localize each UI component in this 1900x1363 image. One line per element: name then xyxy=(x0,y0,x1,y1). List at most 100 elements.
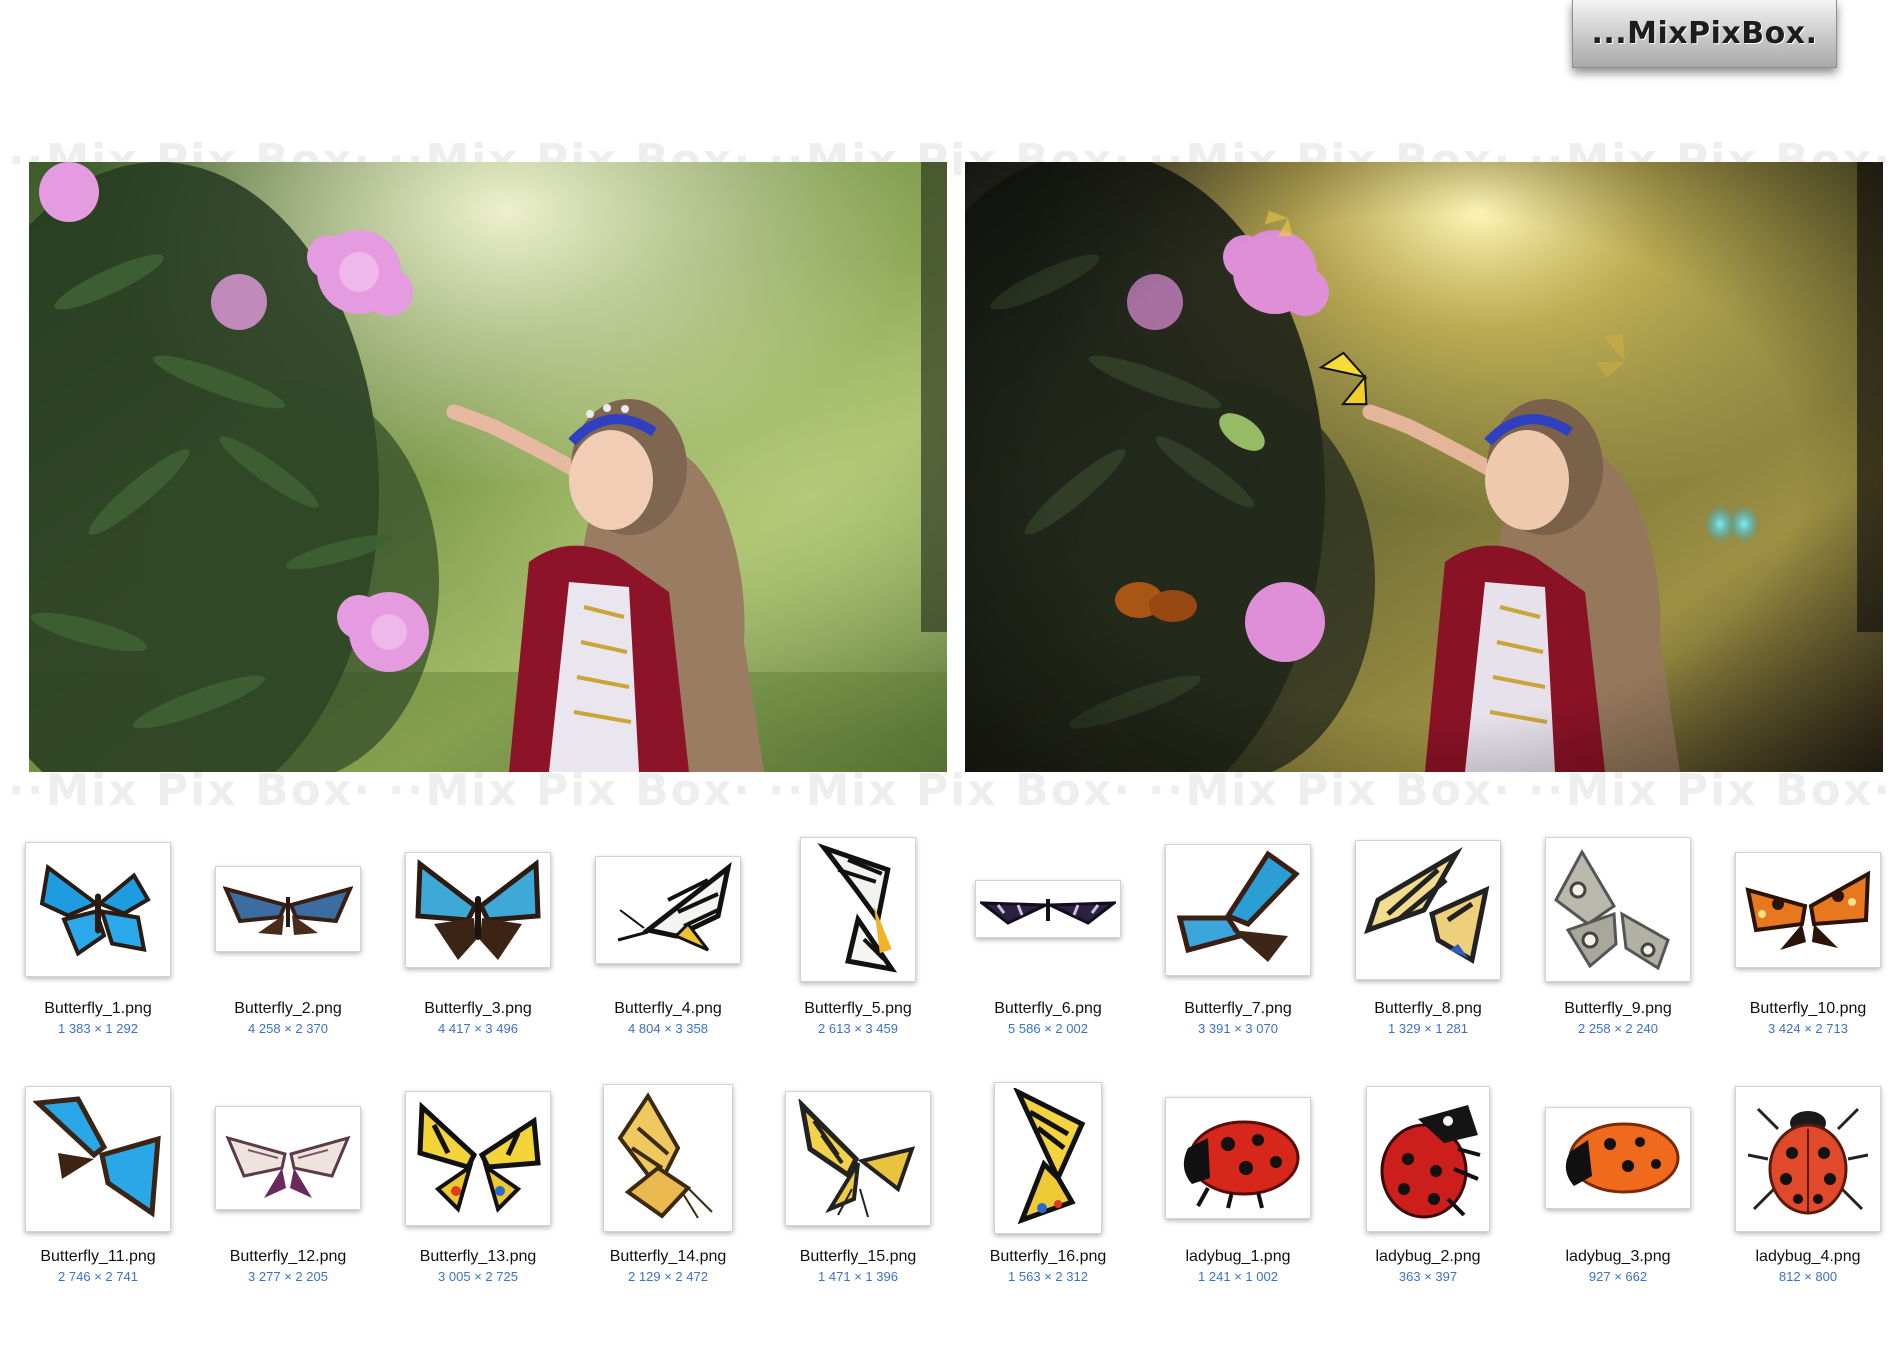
file-dimensions: 2 129 × 2 472 xyxy=(628,1269,708,1284)
file-dimensions: 5 586 × 2 002 xyxy=(1008,1021,1088,1036)
thumbnail-frame[interactable] xyxy=(215,866,361,952)
thumbnail-frame[interactable] xyxy=(405,852,551,968)
watermark-text: ··Mix Pix Box· xyxy=(1528,764,1892,816)
thumbnail-frame[interactable] xyxy=(595,856,741,964)
morpho-butterfly-icon xyxy=(223,886,353,935)
file-dimensions: 3 005 × 2 725 xyxy=(438,1269,518,1284)
file-tile[interactable]: Butterfly_12.png 3 277 × 2 205 xyxy=(198,1086,378,1286)
watermark-text: ··Mix Pix Box· xyxy=(1148,764,1512,816)
file-name: Butterfly_1.png xyxy=(44,1000,152,1017)
file-dimensions: 1 241 × 1 002 xyxy=(1198,1269,1278,1284)
file-dimensions: 1 329 × 1 281 xyxy=(1388,1021,1468,1036)
file-dimensions: 4 804 × 3 358 xyxy=(628,1021,708,1036)
file-dimensions: 1 471 × 1 396 xyxy=(818,1269,898,1284)
file-name: Butterfly_6.png xyxy=(994,1000,1102,1017)
thumbnail-frame[interactable] xyxy=(405,1091,551,1226)
thumbnail-frame[interactable] xyxy=(215,1106,361,1210)
file-dimensions: 1 563 × 2 312 xyxy=(1008,1269,1088,1284)
morpho-butterfly-icon xyxy=(415,859,541,960)
file-name: Butterfly_4.png xyxy=(614,1000,722,1017)
swallowtail-butterfly-icon xyxy=(798,1098,916,1217)
file-dimensions: 2 258 × 2 240 xyxy=(1578,1021,1658,1036)
thumbnail-frame[interactable] xyxy=(800,837,916,982)
ladybug-icon xyxy=(1183,1120,1300,1209)
thumbnail-frame[interactable] xyxy=(1545,837,1691,982)
file-tile[interactable]: Butterfly_11.png 2 746 × 2 741 xyxy=(8,1086,188,1286)
file-name: Butterfly_15.png xyxy=(799,1248,917,1265)
thumbnail-frame[interactable] xyxy=(25,1086,171,1232)
file-dimensions: 2 746 × 2 741 xyxy=(58,1269,138,1284)
thumbnail-frame[interactable] xyxy=(1165,844,1311,976)
file-tile[interactable]: Butterfly_13.png 3 005 × 2 725 xyxy=(388,1086,568,1286)
file-tile[interactable]: Butterfly_16.png 1 563 × 2 312 xyxy=(958,1082,1138,1286)
file-name: Butterfly_10.png xyxy=(1749,1000,1867,1017)
thumbnail-frame[interactable] xyxy=(1735,1086,1881,1232)
morpho-butterfly-icon xyxy=(1176,850,1300,962)
thumbnail-frame[interactable] xyxy=(1545,1107,1691,1209)
logo-text: ...MixPixBox. xyxy=(1591,16,1818,51)
thumbnail-frame[interactable] xyxy=(1355,840,1501,980)
file-tile[interactable]: Butterfly_4.png 4 804 × 3 358 xyxy=(578,838,758,1038)
file-name: Butterfly_13.png xyxy=(419,1248,537,1265)
file-tile[interactable]: Butterfly_7.png 3 391 × 3 070 xyxy=(1148,838,1328,1038)
file-dimensions: 3 277 × 2 205 xyxy=(248,1269,328,1284)
file-dimensions: 927 × 662 xyxy=(1588,1269,1648,1284)
file-tile[interactable]: ladybug_4.png 812 × 800 xyxy=(1718,1086,1898,1286)
file-tile[interactable]: ladybug_1.png 1 241 × 1 002 xyxy=(1148,1086,1328,1286)
swallowtail-butterfly-icon xyxy=(1013,1088,1086,1225)
thumbnail-frame[interactable] xyxy=(25,842,171,977)
ladybug-icon xyxy=(1565,1122,1680,1194)
file-dimensions: 3 424 × 2 713 xyxy=(1768,1021,1848,1036)
watermark-text: ··Mix Pix Box· xyxy=(8,764,372,816)
mauve-butterfly-icon xyxy=(225,1135,351,1198)
swallowtail-butterfly-icon xyxy=(1364,847,1490,964)
thumbnail-frame[interactable] xyxy=(603,1084,733,1232)
file-tile[interactable]: Butterfly_8.png 1 329 × 1 281 xyxy=(1338,838,1518,1038)
thumbnail-frame[interactable] xyxy=(994,1082,1102,1234)
file-tile[interactable]: Butterfly_6.png 5 586 × 2 002 xyxy=(958,838,1138,1038)
file-tile[interactable]: Butterfly_2.png 4 258 × 2 370 xyxy=(198,838,378,1038)
mixpixbox-logo: ...MixPixBox. xyxy=(1572,0,1837,68)
file-dimensions: 4 417 × 3 496 xyxy=(438,1021,518,1036)
morpho-butterfly-icon xyxy=(39,863,151,957)
after-photo xyxy=(965,162,1883,772)
ladybug-icon xyxy=(1380,1105,1481,1219)
file-dimensions: 3 391 × 3 070 xyxy=(1198,1021,1278,1036)
dark-butterfly-icon xyxy=(980,899,1116,925)
watermark-text: ··Mix Pix Box· xyxy=(388,764,752,816)
yellow-butterfly-icon xyxy=(617,1092,713,1219)
thumbnail-frame[interactable] xyxy=(1165,1097,1311,1219)
thumbnail-frame[interactable] xyxy=(975,880,1121,938)
file-tile[interactable]: Butterfly_9.png 2 258 × 2 240 xyxy=(1528,837,1708,1038)
file-name: Butterfly_9.png xyxy=(1564,1000,1672,1017)
thumbnail-frame[interactable] xyxy=(1735,852,1881,968)
file-tile[interactable]: ladybug_3.png 927 × 662 xyxy=(1528,1086,1708,1286)
file-name: Butterfly_14.png xyxy=(609,1248,727,1265)
file-dimensions: 4 258 × 2 370 xyxy=(248,1021,328,1036)
file-name: Butterfly_16.png xyxy=(989,1248,1107,1265)
watermark-text: ··Mix Pix Box· xyxy=(768,764,1132,816)
file-dimensions: 1 383 × 1 292 xyxy=(58,1021,138,1036)
file-name: ladybug_2.png xyxy=(1375,1248,1481,1265)
thumbnail-frame[interactable] xyxy=(1366,1086,1490,1232)
file-tile[interactable]: Butterfly_5.png 2 613 × 3 459 xyxy=(768,837,948,1038)
file-tile[interactable]: Butterfly_1.png 1 383 × 1 292 xyxy=(8,838,188,1038)
file-tile[interactable]: Butterfly_3.png 4 417 × 3 496 xyxy=(388,838,568,1038)
pansy-butterfly-icon xyxy=(1554,848,1670,970)
file-tile[interactable]: Butterfly_10.png 3 424 × 2 713 xyxy=(1718,838,1898,1038)
file-name: ladybug_1.png xyxy=(1185,1248,1291,1265)
file-name: Butterfly_12.png xyxy=(229,1248,347,1265)
ladybug-icon xyxy=(1747,1107,1869,1215)
before-photo xyxy=(29,162,947,772)
monarch-butterfly-icon xyxy=(817,842,898,973)
file-name: ladybug_4.png xyxy=(1755,1248,1861,1265)
file-tile[interactable]: ladybug_2.png 363 × 397 xyxy=(1338,1086,1518,1286)
tortoiseshell-butterfly-icon xyxy=(1745,870,1871,950)
file-name: Butterfly_7.png xyxy=(1184,1000,1292,1017)
thumbnail-frame[interactable] xyxy=(785,1091,931,1226)
file-tile[interactable]: Butterfly_14.png 2 129 × 2 472 xyxy=(578,1084,758,1286)
file-tile[interactable]: Butterfly_15.png 1 471 × 1 396 xyxy=(768,1086,948,1286)
file-name: Butterfly_8.png xyxy=(1374,1000,1482,1017)
file-name: Butterfly_3.png xyxy=(424,1000,532,1017)
file-dimensions: 812 × 800 xyxy=(1778,1269,1838,1284)
